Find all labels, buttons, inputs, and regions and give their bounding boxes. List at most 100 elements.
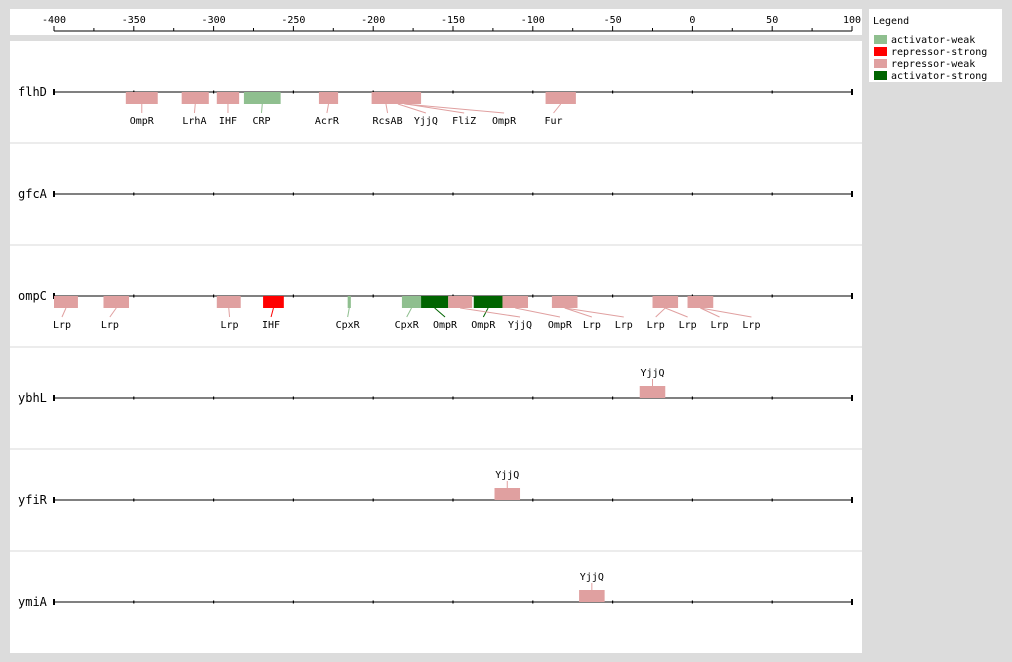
x-axis: -400 -350 -300 -250 -200 -150 -100 -50 0 50 100	[42, 15, 861, 32]
site-YjjQ-box[interactable]	[639, 386, 666, 398]
site-OmpR-box[interactable]	[502, 296, 529, 308]
site-CRP-box[interactable]	[243, 92, 281, 104]
site-OmpR-box[interactable]	[125, 92, 158, 104]
track-ompC: ompC Lrp Lrp Lrp IHF CpxR CpxR OmpR OmpR YjjQ OmpR…	[10, 244, 862, 331]
site-label: Lrp	[647, 320, 665, 331]
site-IHF-box[interactable]	[263, 296, 284, 308]
site-label: OmpR	[130, 116, 155, 127]
site-label: LrhA	[182, 116, 206, 127]
site-label: OmpR	[471, 320, 496, 331]
gene-label: ybhL	[18, 391, 47, 405]
legend-label-activator-strong: activator-strong	[891, 71, 987, 82]
site-Lrp-box[interactable]	[54, 296, 78, 308]
legend-swatch-activator-weak	[874, 35, 887, 44]
site-label: AcrR	[315, 116, 340, 127]
site-label: Lrp	[583, 320, 601, 331]
site-label: YjjQ	[508, 320, 532, 331]
legend-svg: Legend activator-weak repressor-strong r…	[873, 16, 987, 82]
site-label: YjjQ	[414, 116, 438, 127]
site-label: CpxR	[395, 320, 420, 331]
site-connector	[228, 307, 231, 318]
gene-label: ompC	[18, 289, 47, 303]
site-Lrp-box[interactable]	[687, 296, 714, 308]
site-connector	[326, 103, 330, 114]
site-OmpR-box[interactable]	[473, 296, 503, 308]
axis-tick-label: 50	[766, 15, 778, 26]
site-CpxR-box[interactable]	[347, 296, 351, 308]
axis-panel: -400 -350 -300 -250 -200 -150 -100 -50 0 50 100	[10, 9, 862, 35]
site-label: IHF	[262, 320, 280, 331]
site-label: CpxR	[336, 320, 361, 331]
axis-tick-label: -100	[521, 15, 545, 26]
legend-label-repressor-strong: repressor-strong	[891, 47, 987, 58]
site-YjjQ-box[interactable]	[494, 488, 521, 500]
site-connector	[109, 307, 117, 318]
axis-tick-label: -300	[202, 15, 226, 26]
site-IHF-box[interactable]	[216, 92, 240, 104]
site-connector	[655, 307, 666, 318]
site-connector	[434, 307, 446, 318]
site-connector	[347, 307, 350, 318]
site-YjjQ-box[interactable]	[579, 590, 605, 602]
site-OmpR-box[interactable]	[421, 296, 449, 308]
site-YjjQ-box[interactable]	[448, 296, 473, 308]
legend-label-repressor-weak: repressor-weak	[891, 59, 975, 70]
tracks-panel: flhD OmpR LrhA IHF CRP AcrR RcsAB YjjQ FliZ OmpR F…	[10, 41, 862, 653]
site-CpxR-box[interactable]	[401, 296, 422, 308]
site-Lrp-box[interactable]	[103, 296, 130, 308]
site-OmpR-box[interactable]	[395, 92, 414, 104]
gene-label: ymiA	[18, 595, 48, 609]
site-label: YjjQ	[495, 470, 519, 481]
site-connector	[460, 307, 521, 318]
site-label: OmpR	[492, 116, 517, 127]
site-connector	[700, 307, 752, 318]
site-label: YjjQ	[580, 572, 604, 583]
site-connector	[61, 307, 67, 318]
legend-swatch-repressor-weak	[874, 59, 887, 68]
axis-tick-label: 100	[843, 15, 861, 26]
legend-swatch-activator-strong	[874, 71, 887, 80]
site-connector	[406, 307, 412, 318]
site-LrhA-box[interactable]	[181, 92, 209, 104]
axis-tick-label: -250	[281, 15, 305, 26]
site-label: Lrp	[101, 320, 119, 331]
site-label: Fur	[545, 116, 563, 127]
legend-title: Legend	[873, 16, 909, 27]
site-Fur-box[interactable]	[545, 92, 576, 104]
site-label: Lrp	[679, 320, 697, 331]
axis-tick-label: -350	[122, 15, 146, 26]
gene-label: yfiR	[18, 493, 48, 507]
site-connector	[564, 307, 624, 318]
site-label: Lrp	[711, 320, 729, 331]
site-Lrp-box[interactable]	[216, 296, 241, 308]
axis-tick-label: 0	[689, 15, 695, 26]
site-Lrp-box[interactable]	[652, 296, 679, 308]
legend-label-activator-weak: activator-weak	[891, 35, 975, 46]
site-label: RcsAB	[373, 116, 403, 127]
site-label: Lrp	[742, 320, 760, 331]
site-label: OmpR	[433, 320, 458, 331]
site-label: Lrp	[221, 320, 239, 331]
site-Lrp-box[interactable]	[551, 296, 578, 308]
site-label: OmpR	[548, 320, 573, 331]
legend: Legend activator-weak repressor-strong r…	[869, 9, 1002, 82]
track-gfcA: gfcA	[10, 142, 862, 201]
axis-tick-label: -50	[604, 15, 622, 26]
promoter-tracks: flhD OmpR LrhA IHF CRP AcrR RcsAB YjjQ FliZ OmpR F…	[10, 85, 862, 609]
site-connector	[260, 103, 263, 114]
track-ybhL: ybhL YjjQ	[10, 346, 862, 405]
site-connector	[515, 307, 561, 318]
gene-label: gfcA	[18, 187, 48, 201]
site-connector	[564, 307, 593, 318]
site-label: Lrp	[53, 320, 71, 331]
site-label: CRP	[252, 116, 270, 127]
site-label: IHF	[219, 116, 237, 127]
gene-label: flhD	[18, 85, 47, 99]
site-AcrR-box[interactable]	[318, 92, 339, 104]
site-connector	[385, 103, 389, 114]
track-yfiR: yfiR YjjQ	[10, 448, 862, 507]
axis-tick-label: -200	[361, 15, 385, 26]
site-label: FliZ	[452, 116, 476, 127]
site-label: Lrp	[615, 320, 633, 331]
site-connector	[665, 307, 688, 318]
